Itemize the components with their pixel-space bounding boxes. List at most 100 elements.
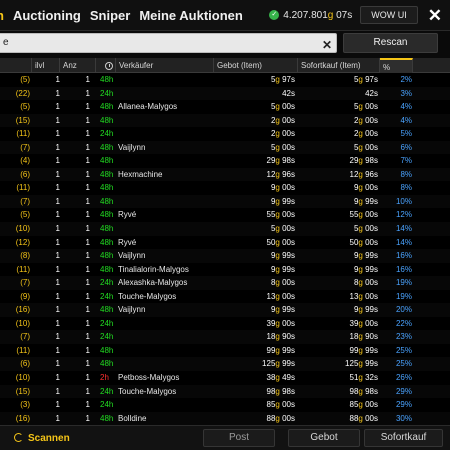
tab-browse[interactable]: n [0,8,4,23]
bid-button[interactable]: Gebot [288,429,360,447]
bid-price: 9g 99s [216,303,295,317]
seller-name: Vaijlynn [118,251,146,261]
header-bid[interactable]: Gebot (Item) [214,58,298,73]
clear-icon[interactable]: ✕ [322,36,332,54]
top-bar: n Auctioning Sniper Meine Auktionen ✓ 4.… [0,0,450,31]
buyout-price: 88g 00s [300,412,379,425]
table-row[interactable]: (7) 1 1 24h 18g 90s 18g 90s 23% [0,330,450,344]
table-row[interactable]: (5) 1 1 48h Allanea-Malygos 5g 00s 5g 00s 4% [0,100,450,114]
seller-name: Vaijlynn [118,142,146,152]
header-ilvl[interactable]: ilvl [32,58,60,73]
gold-unit: g [275,142,280,152]
item-level: 1 [55,413,60,423]
stack-size: (6) [20,169,30,179]
bid-gold: 125 [262,359,276,369]
market-percent: 19% [395,291,412,301]
bid-price: 18g 90s [216,330,296,344]
table-row[interactable]: (4) 1 1 48h 29g 98s 29g 98s 7% [0,154,450,168]
buyout-price: 5g 97s [300,73,378,87]
table-row[interactable]: (7) 1 1 48h 9g 99s 9g 99s 10% [0,194,450,209]
bid-silver: 98s [282,156,295,166]
table-row[interactable]: (8) 1 1 48h Vaijlynn 9g 99s 9g 99s 16% [0,249,450,263]
table-row[interactable]: (5) 1 1 48h Ryvé 55g 00s 55g 00s 12% [0,208,450,222]
buyout-silver: 00s [365,400,378,410]
time-left: 48h [100,115,114,125]
table-row[interactable]: (15) 1 1 24h Touche-Malygos 98g 98s 98g 98s 29% [0,384,450,399]
header-anz[interactable]: Anz [60,58,96,73]
table-row[interactable]: (11) 1 1 24h 2g 00s 2g 00s 5% [0,127,450,141]
market-percent: 5% [400,129,412,139]
header-seller[interactable]: Verkäufer [116,58,214,73]
market-percent: 2% [400,75,412,84]
bid-price: 99g 99s [216,344,296,358]
time-left: 48h [100,75,114,84]
wow-ui-button[interactable]: WOW UI [360,6,418,24]
quantity: 1 [85,305,90,315]
buyout-silver: 99s [365,251,378,261]
table-row[interactable]: (10) 1 1 24h 39g 00s 39g 00s 22% [0,317,450,331]
search-value: e [3,37,9,48]
table-row[interactable]: (10) 1 1 48h 5g 00s 5g 00s 14% [0,222,450,236]
scan-button[interactable]: Scannen [14,430,197,447]
table-row[interactable]: (22) 1 1 24h 42s 42s 3% [0,86,450,101]
table-row[interactable]: (3) 1 1 24h 85g 00s 85g 00s 29% [0,398,450,412]
table-row[interactable]: (11) 1 1 48h 9g 00s 9g 00s 8% [0,181,450,195]
table-row[interactable]: (7) 1 1 24h Alexashka-Malygos 8g 00s 8g 00s 19% [0,276,450,290]
tab-auctioning[interactable]: Auctioning [13,8,81,23]
quantity: 1 [85,264,90,274]
gold-unit: g [275,345,280,355]
header-stack[interactable] [0,58,32,73]
table-row[interactable]: (16) 1 1 48h Vaijlynn 9g 99s 9g 99s 20% [0,303,450,317]
item-level: 1 [55,386,60,396]
table-row[interactable]: (16) 1 1 48h Bolldine 88g 00s 88g 00s 30% [0,411,450,425]
table-row[interactable]: (6) 1 1 48h 125g 99s 125g 99s 25% [0,357,450,372]
item-level: 1 [55,115,60,125]
header-time[interactable] [96,58,116,73]
tab-sniper[interactable]: Sniper [90,8,130,23]
time-left: 48h [100,102,114,112]
item-level: 1 [55,305,60,315]
buyout-silver: 99s [365,305,378,315]
table-row[interactable]: (5) 1 1 48h 5g 97s 5g 97s 2% [0,73,450,87]
gold-unit: g [358,224,363,234]
table-row[interactable]: (9) 1 1 24h Touche-Malygos 13g 00s 13g 00s 19% [0,290,450,304]
post-button[interactable]: Post [203,429,275,447]
table-row[interactable]: (11) 1 1 48h 99g 99s 99g 99s 25% [0,344,450,358]
bid-price: 2g 00s [216,127,295,141]
bid-silver: 42s [282,88,295,98]
buyout-silver: 00s [365,210,378,220]
buyout-button[interactable]: Sofortkauf [364,429,443,447]
search-input[interactable]: e ✕ [0,33,337,53]
bid-price: 50g 00s [216,236,296,250]
bid-silver: 99s [282,305,295,315]
table-row[interactable]: (10) 1 1 2h Petboss-Malygos 38g 49s 51g 32s 26% [0,371,450,385]
buyout-price: 9g 00s [300,181,378,195]
close-icon[interactable]: ✕ [428,7,442,24]
buyout-price: 9g 99s [300,195,378,209]
gold-unit: g [358,291,363,301]
market-percent: 29% [395,386,412,396]
gold-display: ✓ 4.207.801 g 07s [269,10,352,21]
table-row[interactable]: (15) 1 1 48h 2g 00s 2g 00s 4% [0,113,450,128]
item-level: 1 [55,169,60,179]
tab-my-auctions[interactable]: Meine Auktionen [139,8,243,23]
gold-unit: g [275,224,280,234]
gold-unit: g [275,359,280,369]
stack-size: (5) [20,102,30,112]
buyout-price: 2g 00s [300,114,378,128]
rescan-button[interactable]: Rescan [343,33,438,53]
table-row[interactable]: (12) 1 1 48h Ryvé 50g 00s 50g 00s 14% [0,236,450,250]
item-level: 1 [55,318,60,328]
header-percent[interactable]: % [380,58,413,73]
buyout-price: 55g 00s [300,208,379,222]
header-buyout[interactable]: Sofortkauf (Item) [298,58,380,73]
gold-unit: g [275,75,280,84]
bid-price: 5g 00s [216,100,295,114]
table-row[interactable]: (7) 1 1 48h Vaijlynn 5g 00s 5g 00s 6% [0,140,450,155]
table-row[interactable]: (6) 1 1 48h Hexmachine 12g 96s 12g 96s 8% [0,167,450,182]
stack-size: (7) [20,332,30,342]
stack-size: (5) [20,75,30,84]
table-row[interactable]: (11) 1 1 48h Tinalialorin-Malygos 9g 99s 9g 99… [0,263,450,277]
gold-unit: g [358,305,363,315]
quantity: 1 [85,291,90,301]
